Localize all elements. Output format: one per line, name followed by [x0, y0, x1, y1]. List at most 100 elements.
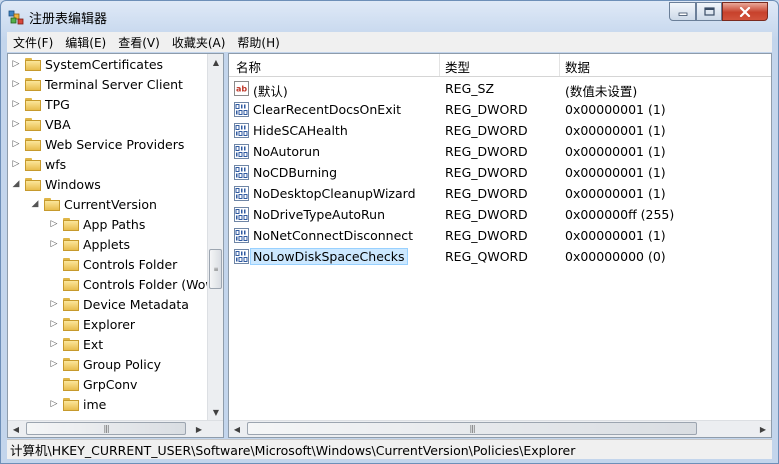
tree-vscroll-thumb[interactable]: ≡ — [209, 249, 222, 289]
expand-arrow-icon[interactable]: ▷ — [48, 299, 60, 309]
tree-item-label: Web Service Providers — [45, 136, 185, 152]
value-name: ClearRecentDocsOnExit — [253, 102, 401, 117]
column-header-name[interactable]: 名称 — [236, 57, 261, 76]
value-type: REG_SZ — [445, 81, 495, 96]
values-horizontal-scrollbar[interactable]: ◀ ||| ▶ — [229, 420, 771, 437]
table-row[interactable]: NoLowDiskSpaceChecks REG_QWORD 0x00000000 … — [229, 246, 771, 267]
maximize-button[interactable] — [696, 2, 722, 21]
value-data: 0x00000001 (1) — [565, 102, 666, 117]
folder-icon — [63, 277, 79, 291]
expand-arrow-icon[interactable]: ▷ — [10, 139, 22, 149]
value-name: NoAutorun — [253, 144, 321, 159]
tree-item[interactable]: ▷ Web Service Providers — [10, 134, 185, 154]
tree-item-label: Controls Folder (Wow — [83, 276, 216, 292]
table-row[interactable]: NoDesktopCleanupWizard REG_DWORD 0x0000000… — [229, 183, 771, 204]
title-bar[interactable]: 注册表编辑器 — [1, 1, 778, 31]
menu-view[interactable]: 查看(V) — [112, 34, 166, 51]
menu-favorites[interactable]: 收藏夹(A) — [166, 34, 232, 51]
folder-icon — [25, 157, 41, 171]
column-divider[interactable] — [439, 54, 440, 76]
tree-item[interactable]: GrpConv — [48, 374, 137, 394]
tree-item[interactable]: Controls Folder — [48, 254, 177, 274]
scroll-left-arrow-icon[interactable]: ◀ — [229, 421, 245, 437]
column-header-data[interactable]: 数据 — [565, 57, 590, 76]
tree-item[interactable]: ▷ ime — [48, 394, 107, 414]
menu-edit[interactable]: 编辑(E) — [59, 34, 112, 51]
tree-item[interactable]: ▷ Applets — [48, 234, 130, 254]
value-name: NoCDBurning — [253, 165, 338, 180]
tree-item[interactable]: ◢ Windows — [10, 174, 101, 194]
svg-text:ab: ab — [236, 85, 247, 94]
menu-file[interactable]: 文件(F) — [7, 34, 59, 51]
expand-arrow-icon[interactable]: ▷ — [10, 119, 22, 129]
tree-horizontal-scrollbar[interactable]: ◀ ||| ▶ — [8, 420, 223, 437]
expand-arrow-icon[interactable]: ▷ — [10, 79, 22, 89]
tree-item[interactable]: ▷ SystemCertificates — [10, 54, 164, 74]
value-name: NoDesktopCleanupWizard — [253, 186, 416, 201]
value-data: 0x00000001 (1) — [565, 228, 666, 243]
tree-item[interactable]: ▷ Ext — [48, 334, 104, 354]
tree-item[interactable]: ▷ Terminal Server Client — [10, 74, 183, 94]
table-row[interactable]: NoDriveTypeAutoRun REG_DWORD 0x000000ff (2… — [229, 204, 771, 225]
tree-item[interactable]: ▷ Explorer — [48, 314, 136, 334]
folder-icon — [63, 317, 79, 331]
tree-item[interactable]: Controls Folder (Wow — [48, 274, 216, 294]
expanded-arrow-icon[interactable]: ◢ — [29, 199, 41, 209]
value-type: REG_DWORD — [445, 123, 528, 138]
binary-value-icon — [234, 144, 249, 159]
values-pane[interactable]: 名称 类型 数据 ab (默认) REG_SZ (数值未设置) ClearRecentD… — [228, 53, 772, 438]
expand-arrow-icon[interactable]: ▷ — [48, 359, 60, 369]
tree-item-label: Terminal Server Client — [45, 76, 183, 92]
values-hscroll-thumb[interactable]: ||| — [247, 422, 697, 435]
tree-item-label: ime — [83, 396, 107, 412]
tree-vertical-scrollbar[interactable]: ▲ ≡ ▼ — [207, 54, 223, 420]
grip-icon: ||| — [103, 424, 109, 433]
expand-arrow-icon[interactable]: ▷ — [48, 219, 60, 229]
tree-item-label: App Paths — [83, 216, 146, 232]
table-row[interactable]: HideSCAHealth REG_DWORD 0x00000001 (1) — [229, 120, 771, 141]
close-button[interactable] — [722, 2, 768, 21]
tree-item[interactable]: ▷ wfs — [10, 154, 67, 174]
tree-hscroll-thumb[interactable]: ||| — [26, 422, 186, 435]
expand-arrow-icon[interactable]: ▷ — [10, 59, 22, 69]
expand-arrow-icon[interactable]: ▷ — [10, 159, 22, 169]
table-row[interactable]: NoAutorun REG_DWORD 0x00000001 (1) — [229, 141, 771, 162]
registry-editor-window: 注册表编辑器 文件(F) 编辑(E) 查看(V) 收藏夹(A) 帮助(H) ▷ S… — [0, 0, 779, 464]
value-data: 0x00000001 (1) — [565, 186, 666, 201]
scroll-down-arrow-icon[interactable]: ▼ — [208, 404, 223, 420]
expand-arrow-icon[interactable]: ▷ — [48, 339, 60, 349]
binary-value-icon — [234, 207, 249, 222]
tree-item[interactable]: ▷ VBA — [10, 114, 71, 134]
table-row[interactable]: NoCDBurning REG_DWORD 0x00000001 (1) — [229, 162, 771, 183]
key-tree-pane[interactable]: ▷ SystemCertificates ▷ Terminal Server Clie… — [7, 53, 224, 438]
value-data: (数值未设置) — [565, 84, 638, 99]
expand-arrow-icon[interactable]: ▷ — [48, 239, 60, 249]
scroll-right-arrow-icon[interactable]: ▶ — [755, 421, 771, 437]
minimize-button[interactable] — [669, 2, 696, 21]
expand-arrow-icon[interactable]: ▷ — [10, 99, 22, 109]
scroll-left-arrow-icon[interactable]: ◀ — [8, 421, 24, 437]
expand-arrow-icon[interactable]: ▷ — [48, 399, 60, 409]
column-divider[interactable] — [559, 54, 560, 76]
table-row[interactable]: ClearRecentDocsOnExit REG_DWORD 0x00000001… — [229, 99, 771, 120]
tree-item[interactable]: ◢ CurrentVersion — [29, 194, 157, 214]
column-header-type[interactable]: 类型 — [445, 57, 470, 76]
value-type: REG_DWORD — [445, 186, 528, 201]
menu-help[interactable]: 帮助(H) — [231, 34, 285, 51]
tree-item[interactable]: ▷ App Paths — [48, 214, 146, 234]
scroll-up-arrow-icon[interactable]: ▲ — [208, 54, 223, 70]
folder-icon — [25, 97, 41, 111]
expand-arrow-icon[interactable]: ▷ — [48, 319, 60, 329]
scroll-right-arrow-icon[interactable]: ▶ — [191, 421, 207, 437]
tree-item[interactable]: ▷ Device Metadata — [48, 294, 189, 314]
expanded-arrow-icon[interactable]: ◢ — [10, 179, 22, 189]
table-row[interactable]: ab (默认) REG_SZ (数值未设置) — [229, 78, 771, 99]
tree-item-label: Ext — [83, 336, 104, 352]
folder-icon — [63, 337, 79, 351]
folder-icon — [25, 177, 41, 191]
tree-item[interactable]: ▷ Group Policy — [48, 354, 161, 374]
table-row[interactable]: NoNetConnectDisconnect REG_DWORD 0x0000000… — [229, 225, 771, 246]
tree-item[interactable]: ▷ TPG — [10, 94, 70, 114]
value-name: NoDriveTypeAutoRun — [253, 207, 386, 222]
status-bar: 计算机\HKEY_CURRENT_USER\Software\Microsoft… — [7, 439, 772, 459]
